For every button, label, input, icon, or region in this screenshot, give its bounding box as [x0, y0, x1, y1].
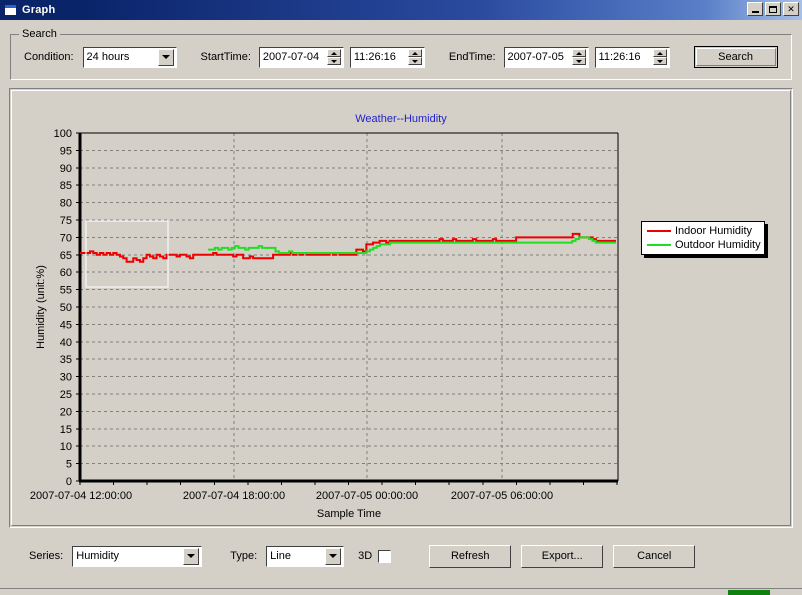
spinner-down-icon[interactable] — [326, 57, 341, 65]
export-button-label: Export... — [541, 550, 583, 562]
end-date-field[interactable]: 2007-07-05 — [503, 46, 589, 68]
graph-window: Graph ✕ Search Condition: 24 hours Start… — [0, 0, 802, 595]
chevron-down-icon[interactable] — [325, 547, 342, 565]
search-group: Search Condition: 24 hours StartTime: 20… — [10, 28, 792, 80]
series-value: Humidity — [76, 550, 120, 562]
taskbar-indicator — [728, 590, 770, 595]
end-date-stepper[interactable] — [571, 49, 586, 65]
type-select[interactable]: Line — [266, 545, 345, 567]
svg-text:50: 50 — [60, 302, 72, 314]
start-time-field[interactable]: 11:26:16 — [349, 46, 425, 68]
svg-text:70: 70 — [60, 232, 72, 244]
humidity-line-chart[interactable]: 0 5 10 15 20 25 30 35 40 45 50 55 60 65 70 75 80 85 90 95 10… — [12, 91, 792, 527]
svg-text:60: 60 — [60, 267, 72, 279]
start-time-label: StartTime: — [200, 51, 251, 63]
start-date-field[interactable]: 2007-07-04 — [258, 46, 344, 68]
taskbar-sliver — [0, 588, 802, 595]
search-button-label: Search — [718, 51, 753, 63]
legend-swatch-indoor — [647, 230, 671, 232]
svg-text:30: 30 — [60, 372, 72, 384]
condition-select[interactable]: 24 hours — [82, 46, 177, 68]
minimize-button[interactable] — [747, 2, 763, 16]
legend-label-outdoor: Outdoor Humidity — [675, 239, 761, 251]
svg-text:2007-07-05 00:00:00: 2007-07-05 00:00:00 — [316, 490, 418, 502]
svg-text:Humidity (unit:%): Humidity (unit:%) — [35, 265, 47, 349]
legend-swatch-outdoor — [647, 244, 671, 246]
chart-panel-inner: Weather--Humidity 0 5 10 15 20 25 30 35 40 45 50 55… — [11, 90, 791, 526]
chart-panel: Weather--Humidity 0 5 10 15 20 25 30 35 40 45 50 55… — [9, 88, 793, 528]
start-date-value: 2007-07-04 — [262, 51, 320, 63]
svg-text:25: 25 — [60, 389, 72, 401]
refresh-button-label: Refresh — [450, 550, 490, 562]
legend-item-outdoor: Outdoor Humidity — [645, 238, 761, 252]
close-button[interactable]: ✕ — [783, 2, 799, 16]
start-date-stepper[interactable] — [326, 49, 341, 65]
series-select[interactable]: Humidity — [72, 545, 203, 567]
end-date-value: 2007-07-05 — [507, 51, 564, 63]
end-time-label: EndTime: — [448, 51, 496, 63]
legend-item-indoor: Indoor Humidity — [645, 224, 761, 238]
cancel-button-label: Cancel — [637, 550, 672, 562]
export-button[interactable]: Export... — [521, 544, 604, 568]
spinner-up-icon[interactable] — [407, 49, 422, 57]
threed-label: 3D — [358, 550, 373, 562]
svg-text:35: 35 — [60, 354, 72, 366]
search-button[interactable]: Search — [693, 46, 778, 68]
chart-legend: Indoor Humidity Outdoor Humidity — [641, 221, 768, 258]
svg-text:95: 95 — [60, 145, 72, 157]
end-time-stepper[interactable] — [652, 49, 667, 65]
start-time-stepper[interactable] — [407, 49, 422, 65]
svg-text:40: 40 — [60, 337, 72, 349]
title-bar: Graph ✕ — [0, 0, 802, 20]
maximize-button[interactable] — [765, 2, 781, 16]
svg-text:2007-07-04 18:00:00: 2007-07-04 18:00:00 — [183, 490, 285, 502]
svg-text:90: 90 — [60, 163, 72, 175]
window-title: Graph — [22, 4, 56, 16]
svg-text:2007-07-05 06:00:00: 2007-07-05 06:00:00 — [451, 490, 553, 502]
svg-text:45: 45 — [60, 319, 72, 331]
svg-text:15: 15 — [60, 424, 72, 436]
svg-text:85: 85 — [60, 180, 72, 192]
spinner-down-icon[interactable] — [571, 57, 586, 65]
type-label: Type: — [230, 550, 258, 562]
spinner-up-icon[interactable] — [571, 49, 586, 57]
svg-text:5: 5 — [66, 459, 72, 471]
svg-text:65: 65 — [60, 250, 72, 262]
type-value: Line — [270, 550, 291, 562]
condition-value: 24 hours — [86, 51, 130, 63]
window-controls: ✕ — [747, 2, 799, 16]
threed-checkbox[interactable] — [378, 549, 392, 563]
start-time-value: 11:26:16 — [353, 51, 396, 63]
condition-label: Condition: — [24, 51, 74, 63]
svg-text:2007-07-04 12:00:00: 2007-07-04 12:00:00 — [30, 490, 132, 502]
svg-text:55: 55 — [60, 285, 72, 297]
end-time-field[interactable]: 11:26:16 — [594, 46, 670, 68]
svg-text:Sample Time: Sample Time — [317, 508, 381, 520]
cancel-button[interactable]: Cancel — [613, 544, 696, 568]
chevron-down-icon[interactable] — [157, 48, 174, 66]
legend-body: Indoor Humidity Outdoor Humidity — [641, 221, 765, 255]
end-time-value: 11:26:16 — [598, 51, 641, 63]
svg-text:80: 80 — [60, 198, 72, 210]
spinner-up-icon[interactable] — [326, 49, 341, 57]
svg-text:100: 100 — [54, 128, 72, 140]
series-label: Series: — [29, 550, 64, 562]
chevron-down-icon[interactable] — [183, 547, 200, 565]
svg-text:20: 20 — [60, 406, 72, 418]
window-icon — [4, 4, 17, 16]
svg-text:10: 10 — [60, 441, 72, 453]
refresh-button[interactable]: Refresh — [429, 544, 512, 568]
spinner-down-icon[interactable] — [407, 57, 422, 65]
svg-text:0: 0 — [66, 476, 72, 488]
spinner-up-icon[interactable] — [652, 49, 667, 57]
svg-text:75: 75 — [60, 215, 72, 227]
footer-controls: Series: Humidity Type: Line 3D Refresh E… — [0, 536, 802, 576]
spinner-down-icon[interactable] — [652, 57, 667, 65]
legend-label-indoor: Indoor Humidity — [675, 225, 753, 237]
